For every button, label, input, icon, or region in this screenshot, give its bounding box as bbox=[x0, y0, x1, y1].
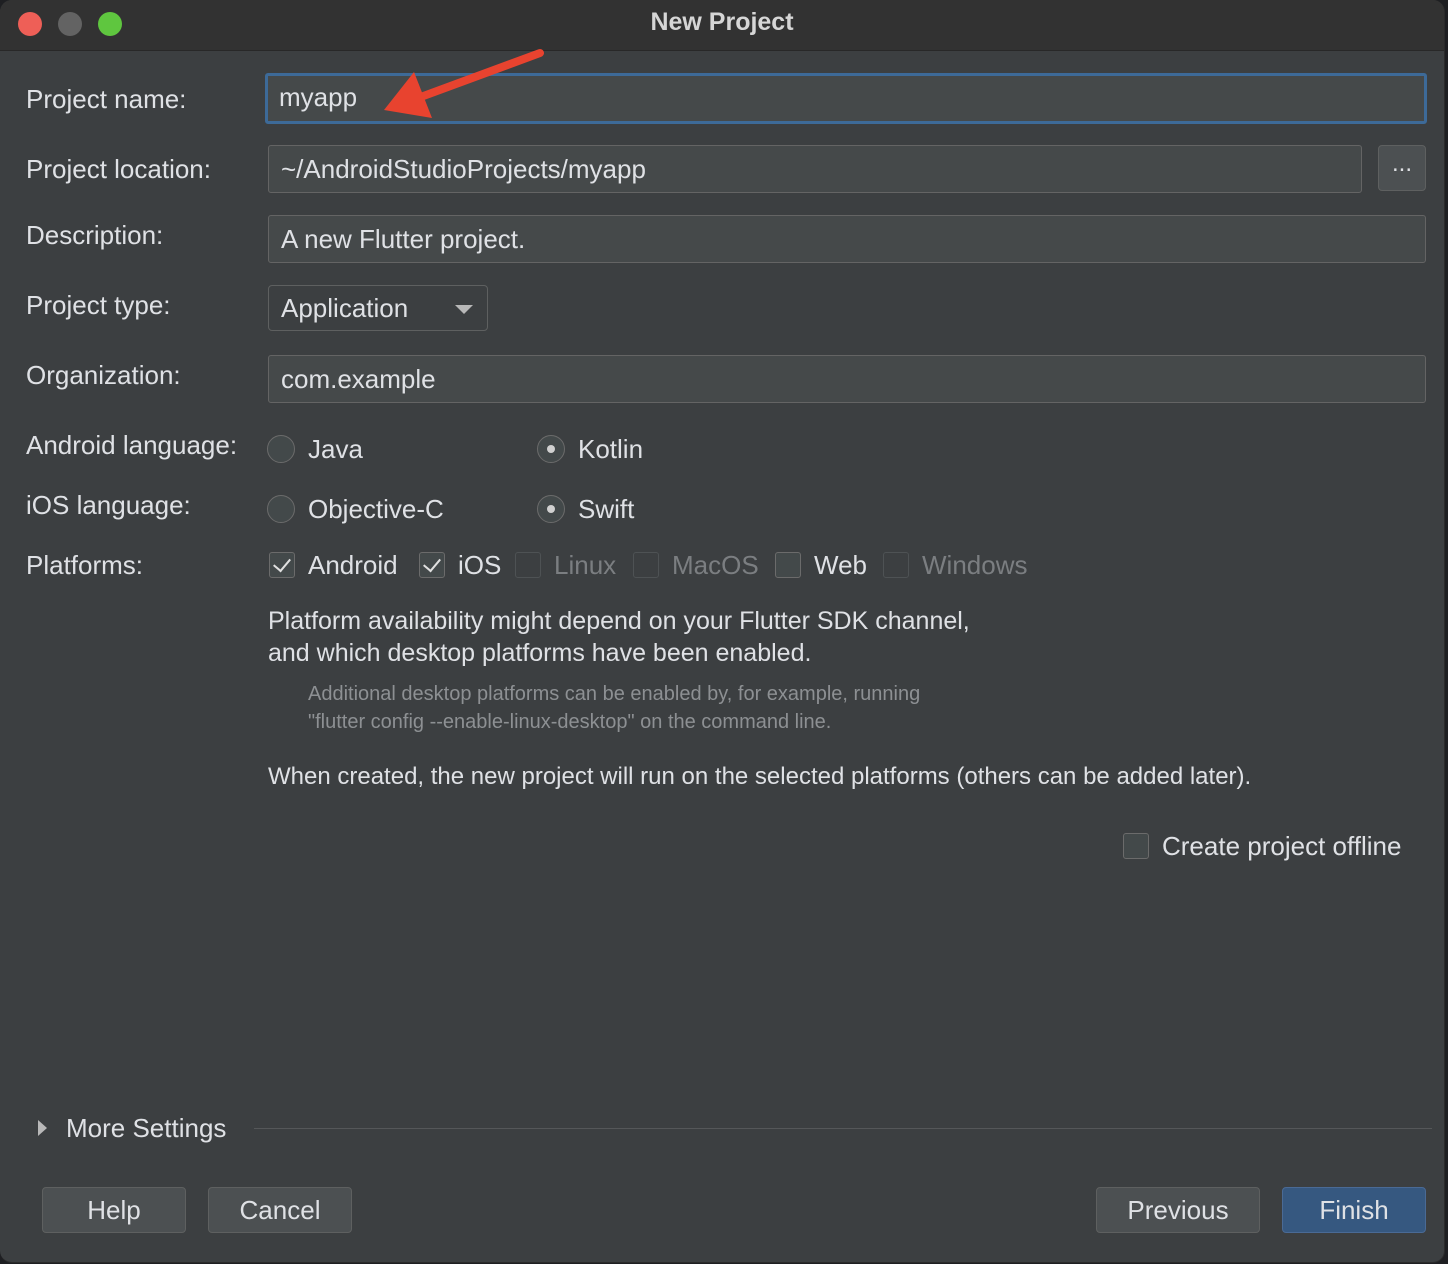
annotation-arrow-icon bbox=[384, 49, 544, 118]
new-project-dialog: New Project Project name: myapp Project … bbox=[0, 0, 1445, 1263]
